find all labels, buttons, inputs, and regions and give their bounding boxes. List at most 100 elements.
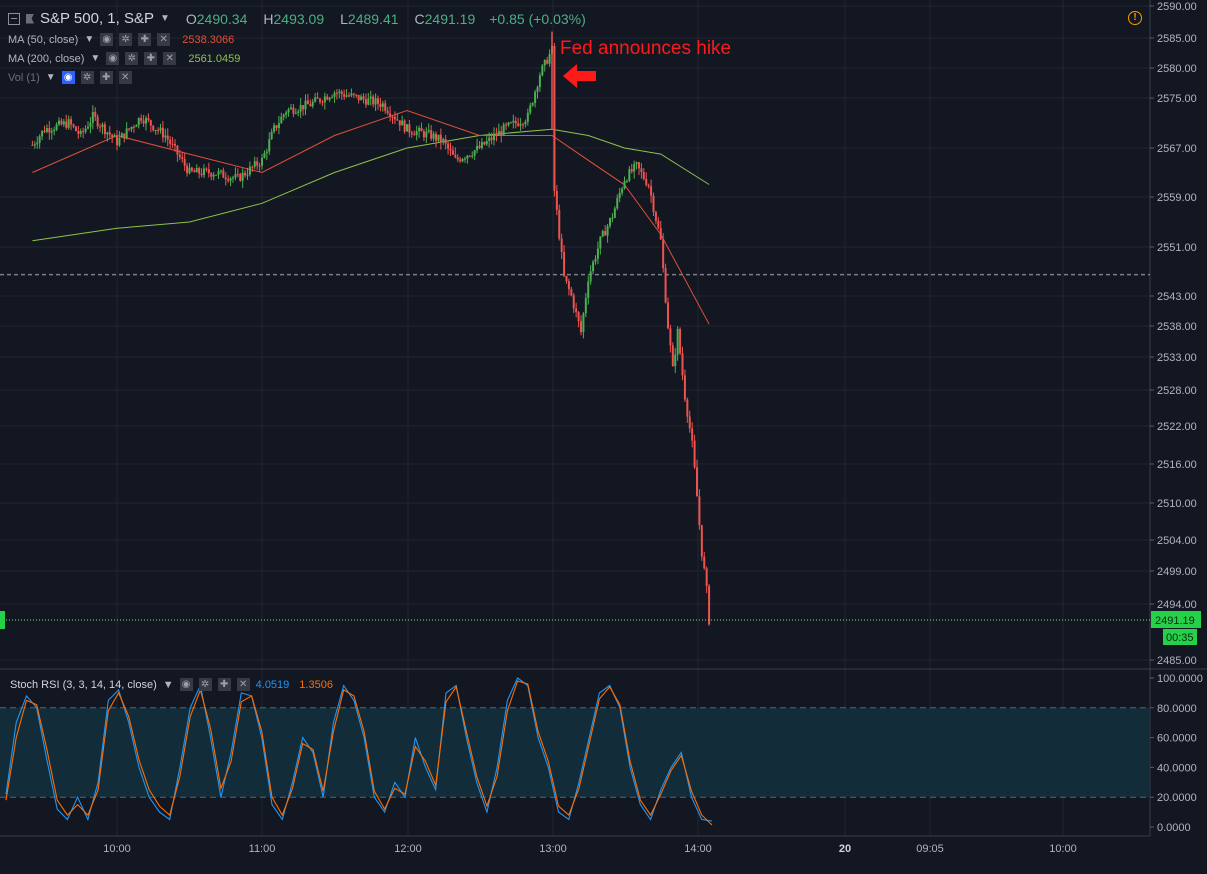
candle-body (345, 95, 348, 97)
candle-body (355, 94, 358, 96)
indicator-row-ma200[interactable]: MA (200, close) ▼ ◉ ✲ ✚ ✕ 2561.0459 (8, 52, 586, 65)
gear-icon[interactable]: ✲ (119, 33, 133, 46)
candle-body (60, 120, 63, 125)
candle-body (531, 103, 534, 106)
candle-body (65, 121, 68, 128)
candle-body (128, 128, 131, 130)
price-tick-label: 2528.00 (1157, 385, 1197, 397)
stoch-label[interactable]: Stoch RSI (3, 3, 14, 14, close) (10, 679, 157, 691)
gear-icon[interactable]: ✲ (125, 52, 139, 65)
eye-icon[interactable]: ◉ (61, 71, 75, 84)
chevron-down-icon[interactable]: ▼ (160, 13, 170, 24)
price-tick-label: 2510.00 (1157, 498, 1197, 510)
candle-body (633, 164, 636, 172)
candle-body (609, 218, 611, 227)
stoch-band (0, 707, 1150, 798)
candle-body (364, 99, 367, 105)
eye-icon[interactable]: ◉ (179, 678, 193, 691)
candle-body (248, 166, 251, 175)
candle-body (647, 184, 650, 187)
candle-body (45, 128, 48, 132)
candle-body (118, 137, 121, 146)
candle-body (292, 107, 295, 114)
candle-body (509, 122, 512, 124)
eye-icon[interactable]: ◉ (100, 33, 114, 46)
collapse-icon[interactable] (8, 12, 20, 25)
candle-body (219, 170, 222, 172)
low-value: 2489.41 (347, 10, 399, 27)
candle-body (696, 467, 698, 497)
candle-body (683, 375, 686, 400)
candle-body (377, 98, 379, 104)
candle-body (676, 328, 679, 355)
candle-body (357, 94, 360, 101)
gear-icon[interactable]: ✲ (198, 678, 212, 691)
candle-body (560, 238, 563, 252)
candle-body (659, 227, 662, 240)
close-icon[interactable]: ✕ (157, 33, 171, 46)
candle-body (227, 179, 230, 181)
more-icon[interactable]: ✚ (99, 71, 113, 84)
warning-icon[interactable]: ! (1128, 11, 1142, 25)
candle-body (82, 130, 85, 132)
candle-body (466, 155, 469, 159)
flag-icon[interactable] (26, 13, 34, 24)
indicator-label[interactable]: Vol (1) (8, 72, 40, 84)
close-icon[interactable]: ✕ (163, 52, 177, 65)
indicator-label[interactable]: MA (50, close) (8, 34, 78, 46)
chevron-down-icon[interactable]: ▼ (90, 53, 100, 64)
candle-body (408, 124, 411, 133)
indicator-row-volume[interactable]: Vol (1) ▼ ◉ ✲ ✚ ✕ (8, 71, 586, 84)
candle-body (236, 174, 239, 176)
candle-body (149, 120, 152, 126)
chart-svg[interactable]: Fed announces hike2590.002585.002580.002… (0, 0, 1207, 869)
candle-body (618, 192, 621, 199)
more-icon[interactable]: ✚ (144, 52, 158, 65)
candle-body (169, 139, 172, 144)
candle (679, 327, 682, 355)
ohlc-low: L2489.41 (330, 11, 398, 27)
price-tick-label: 2559.00 (1157, 192, 1197, 204)
candle-body (297, 111, 300, 113)
candle-body (512, 120, 515, 123)
price-tick-label: 2551.00 (1157, 242, 1197, 254)
candle-body (502, 124, 505, 136)
candle-body (483, 142, 486, 145)
candle-body (572, 295, 575, 309)
candle-body (120, 133, 123, 138)
candle-body (190, 167, 193, 171)
indicator-label[interactable]: MA (200, close) (8, 53, 84, 65)
candle-body (403, 120, 406, 132)
candle-body (140, 118, 143, 121)
chevron-down-icon[interactable]: ▼ (46, 72, 56, 83)
close-icon[interactable]: ✕ (118, 71, 132, 84)
candle-body (522, 124, 524, 126)
gear-icon[interactable]: ✲ (80, 71, 94, 84)
more-icon[interactable]: ✚ (138, 33, 152, 46)
indicator-row-ma50[interactable]: MA (50, close) ▼ ◉ ✲ ✚ ✕ 2538.3066 (8, 33, 586, 46)
chevron-down-icon[interactable]: ▼ (163, 679, 174, 691)
time-tick-label: 12:00 (394, 843, 422, 855)
last-price-marker (0, 611, 5, 629)
candle-body (171, 143, 174, 145)
chevron-down-icon[interactable]: ▼ (84, 34, 94, 45)
eye-icon[interactable]: ◉ (106, 52, 120, 65)
candle-body (587, 281, 590, 298)
symbol-label[interactable]: S&P 500, 1, S&P (40, 10, 154, 27)
candle-body (444, 139, 447, 144)
candle-body (256, 161, 259, 166)
candle-body (164, 135, 167, 138)
more-icon[interactable]: ✚ (217, 678, 231, 691)
candle-body (224, 177, 227, 180)
candle-body (582, 313, 585, 333)
candle-body (62, 121, 65, 125)
candle-body (703, 556, 706, 569)
close-icon[interactable]: ✕ (236, 678, 250, 691)
candle-body (459, 159, 462, 162)
candle (74, 125, 77, 132)
candle-body (580, 321, 582, 333)
price-tick-label: 2580.00 (1157, 63, 1197, 75)
price-tick-label: 2533.00 (1157, 352, 1197, 364)
candle-body (234, 174, 237, 178)
candle-body (674, 354, 677, 367)
